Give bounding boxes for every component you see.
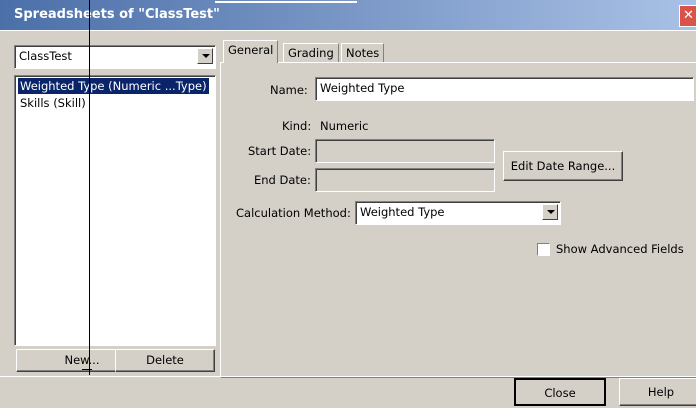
list-item[interactable]: Skills (Skill) <box>18 95 88 111</box>
close-button[interactable]: Close <box>514 378 606 406</box>
title-highlight-line <box>215 1 357 3</box>
name-label: Name: <box>270 83 308 97</box>
start-date-label: Start Date: <box>248 144 312 158</box>
delete-button-label: Delete <box>146 353 184 367</box>
new-button-label: New... <box>64 353 100 367</box>
chevron-down-icon[interactable] <box>197 48 213 64</box>
footer-divider <box>0 376 696 377</box>
name-field-value: Weighted Type <box>320 81 405 95</box>
help-button-label: Help <box>647 385 675 399</box>
close-icon[interactable]: ✕ <box>679 5 696 27</box>
kind-value: Numeric <box>320 119 369 133</box>
tab-notes[interactable]: Notes <box>341 43 385 62</box>
divider <box>0 30 696 31</box>
delete-button[interactable]: Delete <box>115 349 215 372</box>
tab-grading[interactable]: Grading <box>283 43 339 62</box>
cursor-line <box>89 0 90 375</box>
spreadsheet-list[interactable]: Weighted Type (Numeric ...Type) Skills (… <box>14 75 216 346</box>
start-date-field <box>315 139 495 163</box>
end-date-field <box>315 168 495 192</box>
calc-method-value: Weighted Type <box>360 205 445 219</box>
help-button[interactable]: Help <box>619 378 696 406</box>
edit-date-range-button[interactable]: Edit Date Range... <box>503 151 623 181</box>
calc-method-select[interactable]: Weighted Type <box>355 201 561 225</box>
show-advanced-checkbox[interactable] <box>537 243 550 256</box>
tab-notes-label: Notes <box>346 46 380 60</box>
name-field[interactable]: Weighted Type <box>315 77 694 101</box>
chevron-down-icon[interactable] <box>542 204 558 220</box>
cursor-tick <box>82 369 92 370</box>
window-title: Spreadsheets of "ClassTest" <box>14 7 220 22</box>
list-item[interactable]: Weighted Type (Numeric ...Type) <box>18 78 209 94</box>
class-select[interactable]: ClassTest <box>14 45 216 69</box>
close-button-label: Close <box>544 386 576 400</box>
tab-grading-label: Grading <box>288 46 334 60</box>
spreadsheets-dialog: Spreadsheets of "ClassTest" ✕ ClassTest … <box>0 0 696 408</box>
end-date-label: End Date: <box>254 173 311 187</box>
edit-date-range-label: Edit Date Range... <box>510 159 616 173</box>
class-select-value: ClassTest <box>19 49 72 63</box>
title-bar[interactable]: Spreadsheets of "ClassTest" ✕ <box>0 0 696 30</box>
calc-method-label: Calculation Method: <box>236 206 351 220</box>
tab-general[interactable]: General <box>223 40 279 63</box>
kind-label: Kind: <box>282 119 312 133</box>
tab-general-label: General <box>228 43 274 57</box>
show-advanced-label: Show Advanced Fields <box>556 242 684 256</box>
